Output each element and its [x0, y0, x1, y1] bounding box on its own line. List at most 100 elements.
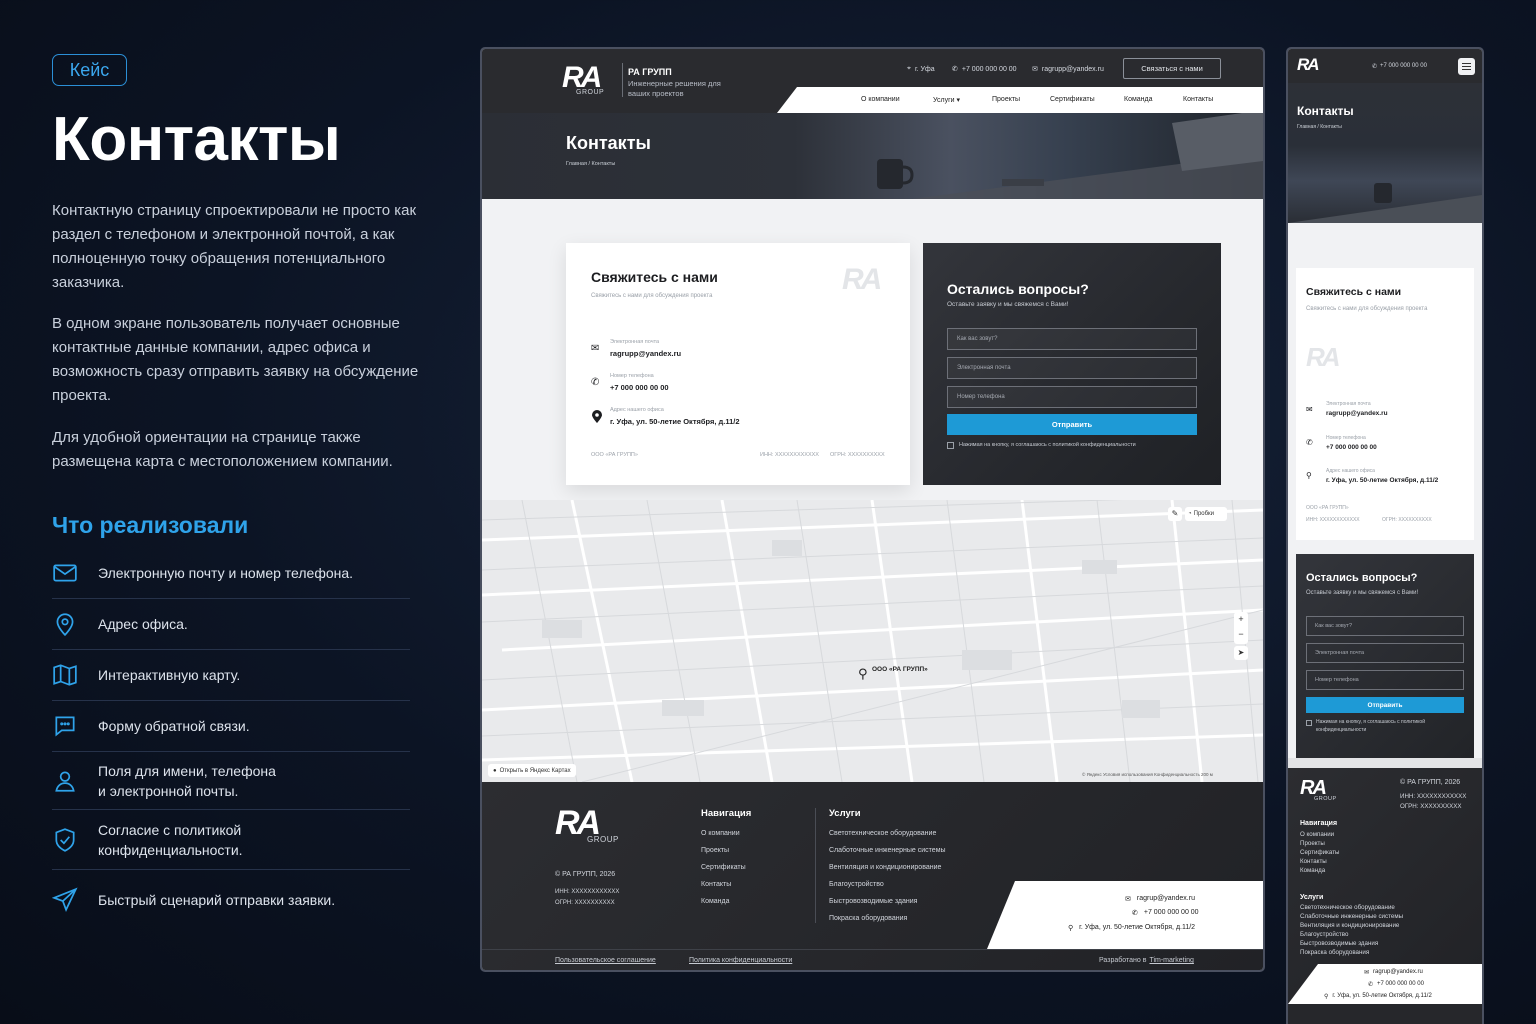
developer-link[interactable]: Tim-marketing — [1149, 957, 1193, 964]
footer-contacts-panel — [987, 881, 1263, 949]
name-input[interactable]: Как вас зовут? — [947, 328, 1197, 350]
footer-phone[interactable]: ✆ +7 000 000 00 00 — [1132, 909, 1199, 917]
footer-service-item[interactable]: Слаботочные инженерные системы — [829, 847, 946, 854]
footer-service-item[interactable]: Благоустройство — [1300, 930, 1348, 939]
footer-service-item[interactable]: Слаботочные инженерные системы — [1300, 912, 1403, 921]
footer-email[interactable]: ✉ ragrup@yandex.ru — [1364, 969, 1423, 976]
footer-service-item[interactable]: Быстровозводимые здания — [829, 898, 917, 905]
footer-nav-contacts[interactable]: Контакты — [1300, 857, 1327, 866]
consent-checkbox[interactable] — [1306, 720, 1312, 726]
footer-service-item[interactable]: Вентиляция и кондиционирование — [1300, 921, 1399, 930]
map-attribution[interactable]: © Яндекс Условия использования Конфиденц… — [1082, 772, 1213, 777]
map-marker-label: ООО «РА ГРУПП» — [872, 666, 928, 673]
footer-service-item[interactable]: Покраска оборудования — [1300, 948, 1369, 957]
header-phone[interactable]: ✆ +7 000 000 00 00 — [952, 65, 1017, 74]
terms-link[interactable]: Пользовательское соглашение — [555, 957, 656, 964]
footer-bottom-divider — [482, 949, 1263, 950]
ruler-icon[interactable]: ✎ — [1168, 507, 1182, 521]
envelope-icon: ✉ — [1125, 896, 1131, 903]
mobile-phone[interactable]: ✆ +7 000 000 00 00 — [1372, 63, 1427, 70]
footer-service-item[interactable]: Светотехническое оборудование — [1300, 903, 1395, 912]
traffic-button[interactable]: ◔ Пробки — [1185, 507, 1227, 521]
open-in-yandex-maps[interactable]: ● Открыть в Яндекс Картах — [488, 764, 576, 777]
privacy-link[interactable]: Политика конфиденциальности — [689, 957, 792, 964]
header-city[interactable]: ⌖ г. Уфа — [907, 65, 935, 73]
nav-item-contacts[interactable]: Контакты — [1183, 96, 1213, 103]
footer-service-item[interactable]: Светотехническое оборудование — [829, 830, 936, 837]
feature-item: Поля для имени, телефона и электронной п… — [52, 752, 410, 810]
consent-text[interactable]: Нажимая на кнопку, я соглашаюсь с полити… — [1316, 719, 1464, 734]
email-value[interactable]: ragrupp@yandex.ru — [610, 349, 681, 358]
consent-text[interactable]: Нажимая на кнопку, я соглашаюсь с полити… — [959, 442, 1136, 448]
ogrn-value: ОГРН: XXXXXXXXXX — [1382, 517, 1432, 523]
breadcrumb[interactable]: Главная / Контакты — [566, 161, 615, 167]
nav-item-team[interactable]: Команда — [1124, 96, 1153, 103]
nav-item-about[interactable]: О компании — [861, 96, 900, 103]
watermark-logo: RA — [842, 263, 882, 296]
mobile-footer-bottom — [1288, 1004, 1482, 1024]
email-value[interactable]: ragrupp@yandex.ru — [1326, 410, 1388, 417]
footer-service-item[interactable]: Покраска оборудования — [829, 915, 907, 922]
nav-item-certificates[interactable]: Сертификаты — [1050, 96, 1095, 103]
map-icon — [52, 662, 98, 688]
phone-input[interactable]: Номер телефона — [947, 386, 1197, 408]
phone-value[interactable]: +7 000 000 00 00 — [610, 383, 669, 392]
envelope-icon: ✉ — [1364, 970, 1370, 976]
nav-item-services[interactable]: Услуги ▾ — [933, 96, 960, 104]
envelope-icon: ✉ — [1032, 66, 1038, 73]
phone-value[interactable]: +7 000 000 00 00 — [1326, 444, 1377, 451]
zoom-control[interactable]: + − — [1234, 612, 1248, 644]
footer-nav-team[interactable]: Команда — [701, 898, 730, 905]
email-input[interactable]: Электронная почта — [1306, 643, 1464, 663]
footer-nav-team[interactable]: Команда — [1300, 866, 1325, 875]
hero-banner — [482, 113, 1263, 199]
feature-text: Электронную почту и номер телефона. — [98, 565, 354, 581]
burger-menu-icon[interactable] — [1458, 58, 1475, 75]
mobile-logo[interactable]: RA — [1297, 55, 1320, 75]
interactive-map[interactable]: ✎ ◔ Пробки + − ➤ ⚲ ООО «РА ГРУПП» ● Открыть… — [482, 500, 1263, 782]
footer-nav-certificates[interactable]: Сертификаты — [701, 864, 746, 871]
footer-nav-projects[interactable]: Проекты — [701, 847, 729, 854]
mobile-footer-logo[interactable]: RA GROUP — [1300, 777, 1337, 802]
feature-text: Адрес офиса. — [98, 616, 188, 632]
footer-address: ⚲ г. Уфа, ул. 50-летие Октября, д.11/2 — [1068, 924, 1196, 932]
phone-input[interactable]: Номер телефона — [1306, 670, 1464, 690]
footer-service-item[interactable]: Благоустройство — [829, 881, 884, 888]
contact-us-button[interactable]: Связаться с нами — [1123, 58, 1221, 79]
feature-text: Поля для имени, телефона и электронной п… — [98, 762, 276, 799]
site-logo[interactable]: RA GROUP — [562, 61, 604, 96]
footer-copyright: © РА ГРУПП, 2026 — [555, 871, 616, 878]
geolocation-icon[interactable]: ➤ — [1234, 646, 1248, 660]
footer-nav-certificates[interactable]: Сертификаты — [1300, 848, 1339, 857]
mobile-breadcrumb[interactable]: Главная / Контакты — [1297, 124, 1342, 130]
footer-service-item[interactable]: Вентиляция и кондиционирование — [829, 864, 941, 871]
footer-logo[interactable]: RA GROUP — [555, 804, 619, 844]
footer-nav-about[interactable]: О компании — [701, 830, 740, 837]
submit-button[interactable]: Отправить — [1306, 697, 1464, 713]
mobile-nav-title: Навигация — [1300, 820, 1338, 827]
desktop-mockup: RA GROUP РА ГРУПП Инженерные решения для… — [480, 47, 1265, 972]
footer-nav-projects[interactable]: Проекты — [1300, 839, 1325, 848]
map-pin-icon: ⚲ — [1068, 925, 1074, 932]
name-input[interactable]: Как вас зовут? — [1306, 616, 1464, 636]
feature-item: Согласие с политикой конфиденциальности. — [52, 810, 410, 870]
footer-nav-contacts[interactable]: Контакты — [701, 881, 731, 888]
zoom-in-button[interactable]: + — [1234, 612, 1248, 627]
brand-tagline: Инженерные решения для ваших проектов — [628, 79, 721, 98]
submit-button[interactable]: Отправить — [947, 414, 1197, 435]
nav-item-projects[interactable]: Проекты — [992, 96, 1020, 103]
footer-phone[interactable]: ✆ +7 000 000 00 00 — [1368, 981, 1424, 988]
map-marker-icon[interactable]: ⚲ — [858, 666, 868, 682]
footer-service-item[interactable]: Быстровозводимые здания — [1300, 939, 1378, 948]
email-label: Электронная почта — [1326, 401, 1371, 407]
email-label: Электронная почта — [610, 339, 660, 345]
mobile-mockup: RA ✆ +7 000 000 00 00 Контакты Главная / … — [1286, 47, 1484, 1024]
envelope-icon: ✉ — [591, 343, 600, 354]
email-input[interactable]: Электронная почта — [947, 357, 1197, 379]
consent-checkbox[interactable] — [947, 442, 954, 449]
mobile-map[interactable] — [1288, 758, 1482, 768]
footer-email[interactable]: ✉ ragrup@yandex.ru — [1125, 895, 1195, 903]
header-email[interactable]: ✉ ragrupp@yandex.ru — [1032, 65, 1104, 74]
footer-nav-about[interactable]: О компании — [1300, 830, 1334, 839]
zoom-out-button[interactable]: − — [1234, 627, 1248, 642]
